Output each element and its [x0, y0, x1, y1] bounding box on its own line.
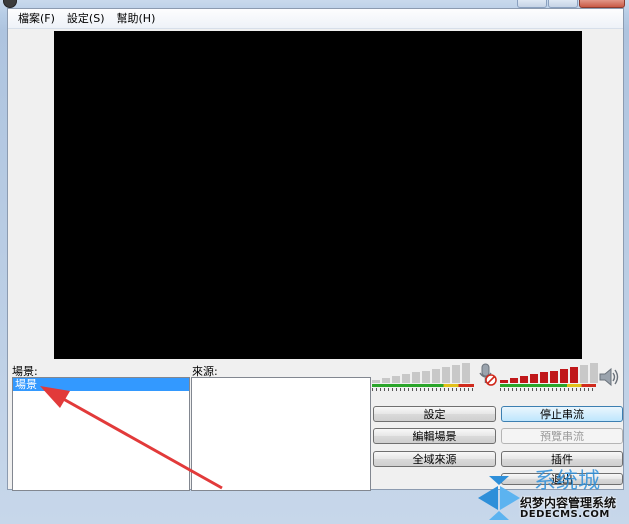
meter-bar	[462, 362, 470, 383]
desktop-meter-bars	[500, 362, 598, 383]
minimize-button[interactable]	[517, 0, 547, 8]
settings-button[interactable]: 設定	[373, 406, 496, 422]
menu-settings[interactable]: 設定(S)	[61, 9, 111, 29]
menu-help[interactable]: 幫助(H)	[111, 9, 162, 29]
menu-file[interactable]: 檔案(F)	[12, 9, 61, 29]
scene-item[interactable]: 場景	[13, 378, 189, 391]
mic-volume-meter[interactable]	[372, 362, 474, 391]
mic-meter-bars	[372, 362, 470, 383]
meter-bar	[520, 376, 528, 383]
meter-bar	[372, 380, 380, 383]
speaker-icon[interactable]	[598, 365, 620, 389]
meter-bar	[392, 376, 400, 383]
meter-bar	[422, 370, 430, 383]
close-button[interactable]	[579, 0, 625, 8]
preview-canvas[interactable]	[54, 31, 582, 359]
window-controls	[517, 0, 625, 8]
client-area: 檔案(F) 設定(S) 幫助(H) 場景: 來源: 場景 設定 停止串流 編輯場…	[7, 8, 624, 491]
edit-scene-button[interactable]: 編輯場景	[373, 428, 496, 444]
app-icon	[3, 0, 17, 8]
preview-stream-button[interactable]: 預覽串流	[501, 428, 623, 444]
meter-bar	[452, 364, 460, 383]
window-frame: 檔案(F) 設定(S) 幫助(H) 場景: 來源: 場景 設定 停止串流 編輯場…	[0, 0, 629, 524]
meter-bar	[510, 378, 518, 383]
watermark-domain: DEDECMS.COM	[520, 509, 610, 520]
title-bar	[0, 0, 629, 8]
desktop-meter-scale	[500, 384, 596, 387]
plugins-button[interactable]: 插件	[501, 451, 623, 467]
microphone-muted-icon[interactable]	[476, 363, 498, 387]
meter-bar	[500, 380, 508, 383]
mic-meter-ticks	[372, 388, 474, 391]
sources-list[interactable]	[191, 377, 371, 491]
menu-bar: 檔案(F) 設定(S) 幫助(H)	[8, 9, 623, 29]
mic-meter-scale	[372, 384, 474, 387]
meter-bar	[590, 362, 598, 383]
desktop-meter-ticks	[500, 388, 596, 391]
scenes-list[interactable]: 場景	[12, 377, 190, 491]
desktop-volume-meter[interactable]	[500, 362, 598, 391]
meter-bar	[412, 372, 420, 383]
meter-bar	[530, 374, 538, 383]
svg-text:系统城: 系统城	[534, 469, 600, 494]
maximize-button[interactable]	[548, 0, 578, 8]
meter-bar	[432, 368, 440, 383]
meter-bar	[402, 374, 410, 383]
meter-bar	[580, 364, 588, 383]
meter-bar	[570, 366, 578, 383]
meter-bar	[442, 366, 450, 383]
meter-bar	[382, 378, 390, 383]
meter-bar	[540, 372, 548, 383]
stop-stream-button[interactable]: 停止串流	[501, 406, 623, 422]
global-sources-button[interactable]: 全域來源	[373, 451, 496, 467]
meter-bar	[550, 370, 558, 383]
meter-bar	[560, 368, 568, 383]
